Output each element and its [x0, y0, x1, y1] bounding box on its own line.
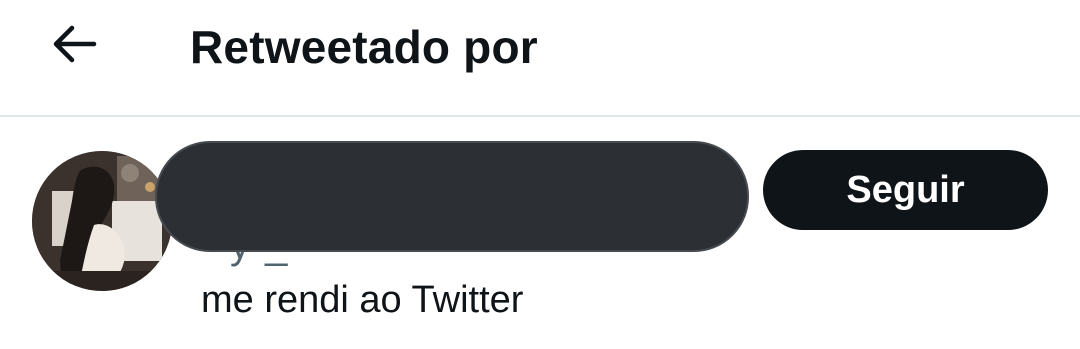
top-app-bar: Retweetado por — [0, 0, 1080, 117]
back-button[interactable] — [44, 20, 104, 72]
user-list-item[interactable]: y _ Seguir me rendi ao Twitter — [0, 119, 1080, 349]
follow-button[interactable]: Seguir — [763, 150, 1048, 230]
avatar-photo-icon — [32, 151, 172, 291]
user-bio: me rendi ao Twitter — [201, 279, 524, 321]
redacted-name-block — [155, 141, 749, 252]
retweeted-by-screen: Retweetado por y _ Seguir me rendi ao Tw… — [0, 0, 1080, 349]
page-title: Retweetado por — [190, 21, 538, 73]
arrow-left-icon — [50, 24, 98, 69]
avatar[interactable] — [32, 151, 172, 291]
